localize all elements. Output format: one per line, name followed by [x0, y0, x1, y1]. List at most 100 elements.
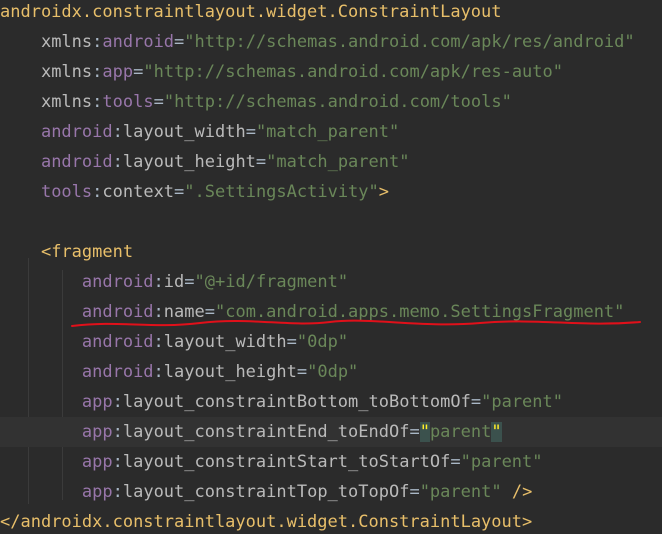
punctuation: = [409, 422, 420, 442]
attribute-name: layout_constraintStart_toStartOf [122, 452, 451, 472]
code-line[interactable]: xmlns:android="http://schemas.android.co… [0, 27, 662, 57]
code-line[interactable]: app:layout_constraintStart_toStartOf="pa… [0, 447, 662, 477]
tag-name: androidx.constraintlayout.widget.Constra… [0, 2, 502, 22]
attribute-name: name [163, 302, 205, 322]
code-line[interactable]: app:layout_constraintEnd_toEndOf="parent… [0, 417, 662, 447]
code-line[interactable]: android:layout_width="0dp" [0, 327, 662, 357]
code-line[interactable]: android:layout_height="0dp" [0, 357, 662, 387]
namespace-prefix: android [40, 122, 113, 142]
code-line[interactable]: android:id="@+id/fragment" [0, 267, 662, 297]
attribute-name: layout_constraintEnd_toEndOf [122, 422, 410, 442]
tag-bracket: /> [511, 482, 533, 502]
tag-bracket: > [378, 182, 390, 202]
code-line[interactable]: android:name="com.android.apps.memo.Sett… [0, 297, 662, 327]
punctuation: = [245, 122, 256, 142]
namespace-prefix: app [81, 482, 113, 502]
punctuation: : [112, 452, 123, 472]
code-line[interactable]: </androidx.constraintlayout.widget.Const… [0, 507, 662, 534]
tag-name: androidx.constraintlayout.widget.Constra… [20, 512, 522, 532]
namespace-prefix: android [40, 152, 113, 172]
attribute-value: "com.android.apps.memo.SettingsFragment" [215, 302, 625, 322]
punctuation: : [112, 482, 123, 502]
punctuation: : [112, 152, 123, 172]
attribute-value: "@+id/fragment" [194, 272, 349, 292]
punctuation: : [112, 122, 123, 142]
attribute-value: "http://schemas.android.com/tools" [163, 92, 512, 112]
code-line[interactable]: android:layout_width="match_parent" [0, 117, 662, 147]
punctuation: : [92, 62, 103, 82]
punctuation: : [92, 92, 103, 112]
punctuation: : [153, 332, 164, 352]
attribute-value: parent [429, 422, 492, 442]
punctuation: : [153, 272, 164, 292]
punctuation: = [286, 332, 297, 352]
code-line[interactable] [0, 207, 662, 237]
attribute-name: layout_constraintTop_toTopOf [122, 482, 410, 502]
matched-quote-highlight: " [491, 422, 502, 442]
code-line[interactable]: android:layout_height="match_parent" [0, 147, 662, 177]
attribute-name: layout_constraintBottom_toBottomOf [122, 392, 471, 412]
code-line[interactable]: androidx.constraintlayout.widget.Constra… [0, 0, 662, 27]
namespace-prefix: android [81, 272, 154, 292]
namespace-prefix: android [81, 332, 154, 352]
attribute-name: xmlns [40, 92, 93, 112]
attribute-value: "0dp" [296, 332, 349, 352]
attribute-value: "http://schemas.android.com/apk/res/andr… [184, 32, 635, 52]
attribute-name: context [102, 182, 175, 202]
attribute-name: layout_width [122, 122, 246, 142]
punctuation: : [112, 392, 123, 412]
punctuation: : [153, 302, 164, 322]
code-line[interactable]: <fragment [0, 237, 662, 267]
punctuation: = [153, 92, 164, 112]
punctuation: = [184, 272, 195, 292]
punctuation: = [409, 482, 420, 502]
code-line[interactable]: xmlns:tools="http://schemas.android.com/… [0, 87, 662, 117]
attribute-name: layout_height [163, 362, 297, 382]
namespace-prefix: app [81, 392, 113, 412]
namespace-prefix: android [81, 362, 154, 382]
tag-bracket: < [40, 242, 52, 262]
attribute-value: "match_parent" [255, 122, 400, 142]
punctuation: : [112, 422, 123, 442]
code-line[interactable]: app:layout_constraintBottom_toBottomOf="… [0, 387, 662, 417]
attribute-name: xmlns [40, 32, 93, 52]
punctuation: = [470, 392, 482, 412]
attribute-value: "parent" [460, 452, 543, 472]
punctuation: = [255, 152, 267, 172]
punctuation: : [92, 32, 103, 52]
attribute-value: ".SettingsActivity" [184, 182, 379, 202]
attribute-value: "parent" [419, 482, 502, 502]
punctuation: = [174, 182, 185, 202]
attribute-value: "parent" [481, 392, 563, 412]
namespace-prefix: android [81, 302, 154, 322]
punctuation: : [92, 182, 103, 202]
attribute-value: "match_parent" [266, 152, 410, 172]
tag-bracket: > [522, 512, 533, 532]
attribute-name: layout_height [122, 152, 256, 172]
code-editor[interactable]: androidx.constraintlayout.widget.Constra… [0, 0, 662, 534]
punctuation: = [174, 32, 185, 52]
namespace-prefix: app [102, 62, 134, 82]
code-line[interactable]: app:layout_constraintTop_toTopOf="parent… [0, 477, 662, 507]
code-line[interactable]: xmlns:app="http://schemas.android.com/ap… [0, 57, 662, 87]
tag-bracket: </ [0, 512, 21, 532]
punctuation: = [133, 62, 144, 82]
code-line[interactable]: tools:context=".SettingsActivity"> [0, 177, 662, 207]
punctuation: = [296, 362, 308, 382]
attribute-name: id [163, 272, 185, 292]
